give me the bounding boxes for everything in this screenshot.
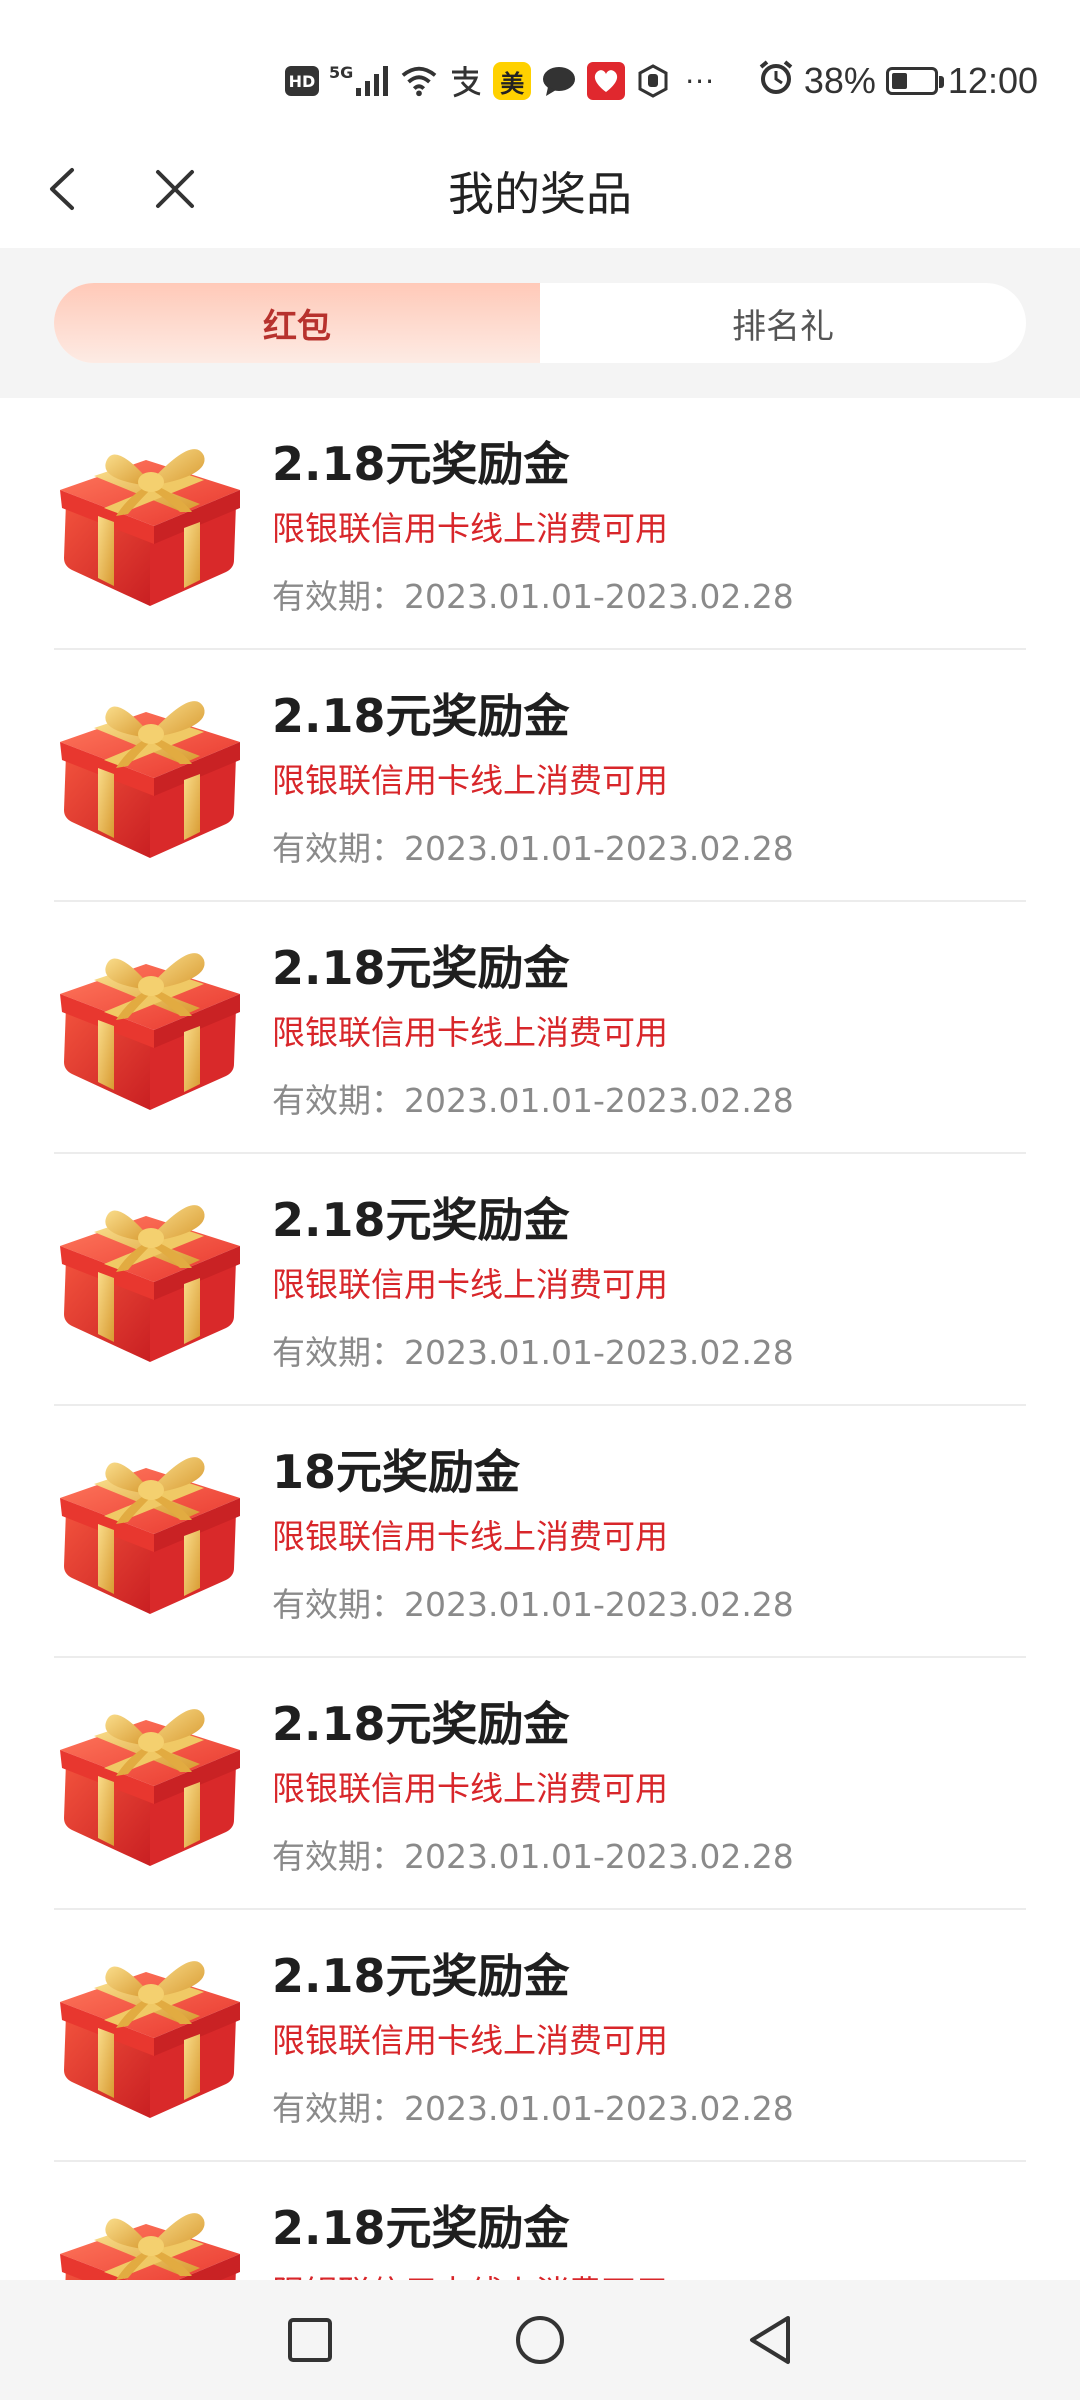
prize-validity: 有效期：2023.01.01-2023.02.28 — [272, 2089, 794, 2128]
prize-restriction: 限银联信用卡线上消费可用 — [272, 2021, 668, 2060]
circle-icon — [516, 2316, 564, 2364]
prize-validity: 有效期：2023.01.01-2023.02.28 — [272, 1081, 794, 1120]
prize-restriction: 限银联信用卡线上消费可用 — [272, 1013, 668, 1052]
prize-restriction: 限银联信用卡线上消费可用 — [272, 1769, 668, 1808]
hand-icon — [635, 63, 671, 99]
gift-box-icon — [60, 953, 240, 1110]
prize-restriction: 限银联信用卡线上消费可用 — [272, 1265, 668, 1304]
home-button[interactable] — [512, 2312, 568, 2368]
battery-level-fill — [891, 73, 907, 89]
status-bar: HD 5G 美 ··· 38% 12:00 — [0, 0, 1080, 130]
prize-title: 2.18元奖励金 — [272, 1697, 570, 1751]
prize-item[interactable]: 2.18元奖励金限银联信用卡线上消费可用有效期：2023.01.01-2023.… — [54, 1658, 1026, 1910]
prize-title: 2.18元奖励金 — [272, 941, 570, 995]
gift-box-icon — [60, 1961, 240, 2118]
system-nav-bar — [0, 2280, 1080, 2400]
prize-restriction: 限银联信用卡线上消费可用 — [272, 509, 668, 548]
prize-item[interactable]: 2.18元奖励金限银联信用卡线上消费可用有效期：2023.01.01-2023.… — [54, 902, 1026, 1154]
network-type: 5G — [329, 62, 354, 82]
meituan-icon: 美 — [493, 62, 532, 100]
triangle-back-icon — [750, 2316, 790, 2364]
status-right: 38% 12:00 — [758, 56, 1038, 106]
app-heart-icon — [587, 62, 626, 100]
square-icon — [288, 2318, 332, 2362]
prize-validity: 有效期：2023.01.01-2023.02.28 — [272, 1333, 794, 1372]
prize-title: 2.18元奖励金 — [272, 437, 570, 491]
gift-box-icon — [60, 701, 240, 858]
wifi-icon — [401, 63, 437, 99]
prize-restriction: 限银联信用卡线上消费可用 — [272, 2266, 668, 2280]
prize-item[interactable]: 2.18元奖励金限银联信用卡线上消费可用有效期：2023.01.01-2023.… — [54, 1910, 1026, 2162]
tab-ranking-gift[interactable]: 排名礼 — [540, 283, 1026, 363]
system-back-button[interactable] — [742, 2312, 798, 2368]
tabs-area: 红包 排名礼 — [0, 248, 1080, 398]
status-icons: HD 5G 美 ··· — [285, 58, 715, 104]
battery-icon — [885, 67, 944, 95]
tab-bar: 红包 排名礼 — [54, 283, 1026, 363]
prize-list[interactable]: 2.18元奖励金 限银联信用卡线上消费可用 有效期：2023.01.01-2023.… — [0, 398, 1080, 2280]
gift-box-icon — [60, 1205, 240, 1362]
prize-validity: 有效期：2023.01.01-2023.02.28 — [272, 829, 794, 868]
page-title: 我的奖品 — [448, 167, 632, 221]
prize-item[interactable]: 2.18元奖励金限银联信用卡线上消费可用 — [54, 2162, 1026, 2280]
clock: 12:00 — [947, 60, 1038, 101]
prize-title: 2.18元奖励金 — [272, 689, 570, 743]
gift-box-icon — [60, 449, 240, 606]
prize-restriction: 限银联信用卡线上消费可用 — [272, 761, 668, 800]
nav-bar: 我的奖品 — [0, 130, 1080, 248]
prize-validity: 有效期：2023.01.01-2023.02.28 — [272, 1585, 794, 1624]
recent-apps-button[interactable] — [282, 2312, 338, 2368]
prize-item[interactable]: 2.18元奖励金限银联信用卡线上消费可用有效期：2023.01.01-2023.… — [54, 1154, 1026, 1406]
prize-item[interactable]: 2.18元奖励金限银联信用卡线上消费可用有效期：2023.01.01-2023.… — [54, 398, 1026, 650]
prize-validity: 有效期：2023.01.01-2023.02.28 — [272, 1837, 794, 1876]
alarm-icon — [758, 59, 794, 104]
prize-title: 2.18元奖励金 — [272, 2201, 570, 2255]
prize-title: 2.18元奖励金 — [272, 1193, 570, 1247]
tab-red-packet[interactable]: 红包 — [54, 283, 540, 363]
prize-restriction: 限银联信用卡线上消费可用 — [272, 1517, 668, 1556]
hd-icon: HD — [285, 66, 319, 96]
prize-item[interactable]: 18元奖励金限银联信用卡线上消费可用有效期：2023.01.01-2023.02… — [54, 1406, 1026, 1658]
alipay-icon — [447, 63, 483, 99]
more-notifications-icon: ··· — [685, 64, 715, 98]
prize-title: 18元奖励金 — [272, 1445, 521, 1499]
signal-icon — [355, 63, 391, 99]
message-icon — [541, 63, 577, 99]
prize-title: 2.18元奖励金 — [272, 1949, 570, 2003]
prize-validity: 有效期：2023.01.01-2023.02.28 — [272, 577, 794, 616]
gift-box-icon — [60, 2213, 240, 2280]
battery-percent: 38% — [803, 60, 876, 101]
gift-box-icon — [60, 1709, 240, 1866]
gift-box-icon — [60, 1457, 240, 1614]
prize-item[interactable]: 2.18元奖励金限银联信用卡线上消费可用有效期：2023.01.01-2023.… — [54, 650, 1026, 902]
